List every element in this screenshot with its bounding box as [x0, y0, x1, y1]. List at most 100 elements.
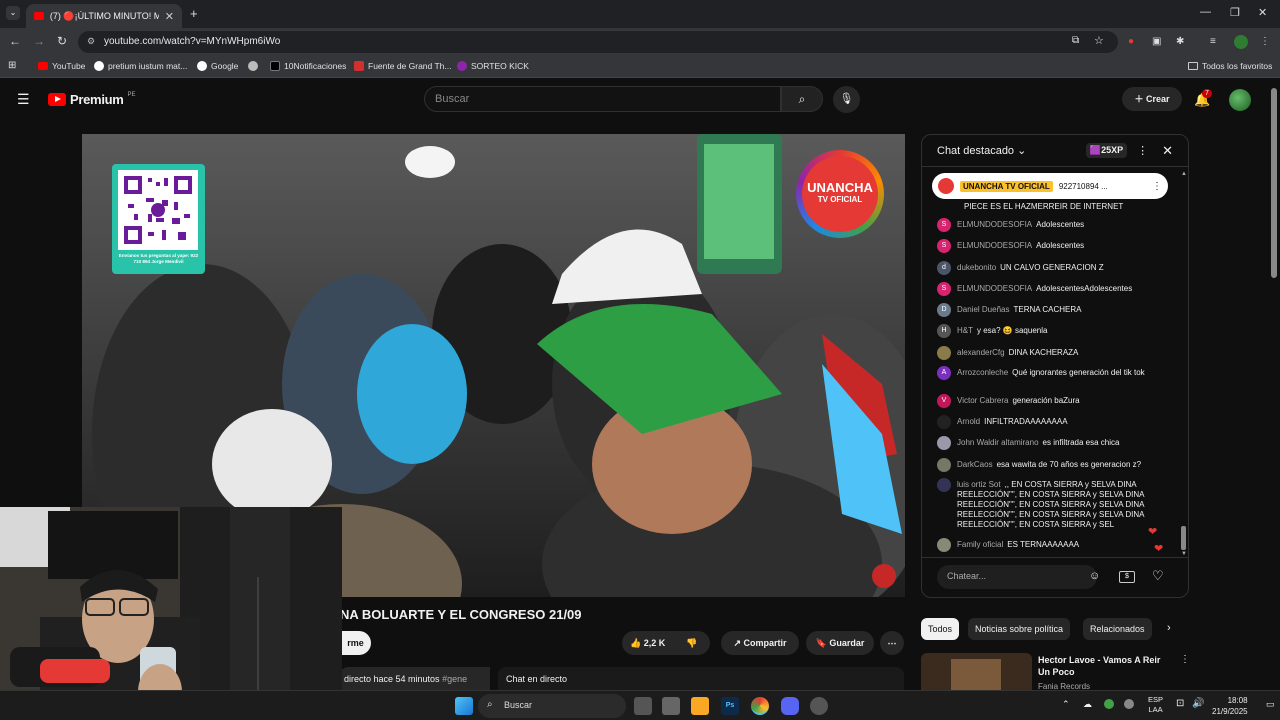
- chat-avatar[interactable]: [937, 415, 951, 429]
- chat-message[interactable]: alexanderCfg DINA KACHERAZA: [937, 346, 1167, 360]
- recommendation-title[interactable]: Hector Lavoe - Vamos A Reir Un Poco: [1038, 654, 1173, 678]
- more-actions-icon[interactable]: ⋯: [880, 631, 904, 655]
- address-bar[interactable]: ⚙ youtube.com/watch?v=MYnWHpm6iWo ⧉ ☆: [78, 31, 1118, 53]
- chat-author[interactable]: Arnold: [957, 417, 980, 426]
- description-box[interactable]: directo hace 54 minutos #gene: [340, 667, 490, 691]
- tray-app-icon[interactable]: [1124, 699, 1134, 709]
- chat-author[interactable]: ELMUNDODESOFIA: [957, 241, 1032, 250]
- chat-more-icon[interactable]: ⋮: [1137, 144, 1148, 157]
- chat-close-icon[interactable]: ✕: [1162, 143, 1173, 159]
- chat-in-live-bar[interactable]: Chat en directo: [498, 667, 904, 691]
- like-button[interactable]: 👍 2,2 K: [630, 638, 665, 648]
- cast-icon[interactable]: ⧉: [1072, 35, 1079, 46]
- chat-avatar[interactable]: [937, 346, 951, 360]
- pinned-more-icon[interactable]: ⋮: [1152, 181, 1162, 192]
- chat-author[interactable]: ELMUNDODESOFIA: [957, 220, 1032, 229]
- apps-grid-icon[interactable]: ⊞: [8, 60, 16, 71]
- chat-message[interactable]: D Daniel Dueñas TERNA CACHERA: [937, 303, 1167, 317]
- app-icon[interactable]: [662, 697, 680, 715]
- site-info-icon[interactable]: ⚙: [87, 36, 95, 47]
- chrome-icon[interactable]: [751, 697, 769, 715]
- windows-start-icon[interactable]: [455, 697, 473, 715]
- chat-message[interactable]: luis ortiz Sot,, EN COSTA SIERRA y SELVA…: [937, 478, 1167, 530]
- super-chat-icon[interactable]: $: [1119, 571, 1135, 583]
- extensions-puzzle-icon[interactable]: ✱: [1176, 36, 1188, 48]
- chat-avatar[interactable]: [937, 478, 951, 492]
- chat-author[interactable]: DarkCaos: [957, 460, 993, 469]
- language-indicator[interactable]: ESP LAA: [1148, 695, 1163, 715]
- chat-avatar[interactable]: S: [937, 218, 951, 232]
- chat-avatar[interactable]: d: [937, 261, 951, 275]
- chat-author[interactable]: dukebonito: [957, 263, 996, 272]
- create-button[interactable]: ＋ Crear: [1122, 87, 1182, 111]
- reading-list-icon[interactable]: ≡: [1210, 36, 1222, 48]
- chat-author[interactable]: alexanderCfg: [957, 348, 1005, 357]
- profile-avatar[interactable]: [1234, 35, 1248, 49]
- page-scrollbar[interactable]: [1271, 88, 1277, 278]
- search-input[interactable]: Buscar: [424, 86, 781, 112]
- onedrive-icon[interactable]: ☁: [1083, 699, 1092, 710]
- chat-message[interactable]: S ELMUNDODESOFIA AdolescentesAdolescentes: [937, 282, 1167, 296]
- chat-message[interactable]: d dukebonito UN CALVO GENERACION Z: [937, 261, 1167, 275]
- chat-author[interactable]: John Waldir altamirano: [957, 438, 1039, 447]
- chat-author[interactable]: Victor Cabrera: [957, 396, 1008, 405]
- chat-message[interactable]: A Arrozconleche Qué ignorantes generación …: [937, 366, 1167, 380]
- chat-avatar[interactable]: A: [937, 366, 951, 380]
- chat-author[interactable]: ELMUNDODESOFIA: [957, 284, 1032, 293]
- chat-message[interactable]: John Waldir altamirano es infiltrada esa …: [937, 436, 1167, 450]
- bookmark-star-icon[interactable]: ☆: [1094, 34, 1104, 47]
- chat-author[interactable]: Daniel Dueñas: [957, 305, 1009, 314]
- chat-avatar[interactable]: [937, 436, 951, 450]
- chat-avatar[interactable]: H: [937, 324, 951, 338]
- photoshop-icon[interactable]: Ps: [721, 697, 739, 715]
- chat-message[interactable]: V Victor Cabrera generación baZura: [937, 394, 1167, 408]
- share-button[interactable]: ↗ Compartir: [721, 631, 799, 655]
- chat-message[interactable]: Arnold INFILTRADAAAAAAAA: [937, 415, 1167, 429]
- account-avatar[interactable]: [1229, 89, 1251, 111]
- bookmark-sorteo[interactable]: SORTEO KICK: [457, 61, 529, 71]
- extension-card-icon[interactable]: ▣: [1152, 36, 1164, 48]
- bookmark-youtube[interactable]: YouTube: [38, 61, 85, 71]
- restore-button[interactable]: ❐: [1230, 6, 1240, 19]
- taskbar-search[interactable]: ⌕ Buscar: [478, 694, 626, 718]
- task-view-icon[interactable]: [634, 697, 652, 715]
- chips-next-icon[interactable]: ›: [1167, 622, 1171, 634]
- bookmark-blank[interactable]: [248, 61, 258, 71]
- search-icon[interactable]: ⌕: [781, 86, 823, 112]
- file-explorer-icon[interactable]: [691, 697, 709, 715]
- tab-close-icon[interactable]: ✕: [165, 10, 174, 23]
- discord-icon[interactable]: [781, 697, 799, 715]
- chat-avatar[interactable]: S: [937, 239, 951, 253]
- chat-mode-selector[interactable]: Chat destacado ⌄: [937, 144, 1026, 157]
- hamburger-menu-icon[interactable]: ☰: [17, 91, 30, 108]
- chip-todos[interactable]: Todos: [921, 618, 960, 640]
- reload-icon[interactable]: ↻: [57, 34, 67, 48]
- chat-author[interactable]: H&T: [957, 326, 973, 335]
- chat-avatar[interactable]: S: [937, 282, 951, 296]
- notification-center-icon[interactable]: ▭: [1266, 699, 1275, 710]
- chat-author[interactable]: Arrozconleche: [957, 368, 1008, 377]
- bookmark-pretium[interactable]: pretium iustum mat...: [94, 61, 187, 71]
- browser-menu-icon[interactable]: ⋮: [1260, 36, 1272, 48]
- chat-input[interactable]: Chatear...: [937, 565, 1097, 589]
- bookmark-google[interactable]: Google: [197, 61, 238, 71]
- chat-avatar[interactable]: [937, 538, 951, 552]
- chat-scrollbar[interactable]: ▲ ▼: [1181, 171, 1187, 557]
- bookmark-notificaciones[interactable]: 10Notificaciones: [270, 61, 346, 71]
- system-clock[interactable]: 18:08 21/9/2025: [1212, 695, 1248, 717]
- new-tab-button[interactable]: +: [190, 6, 198, 21]
- browser-tab-active[interactable]: (7) 🔴¡ÚLTIMO MINUTO! M ✕: [26, 4, 182, 28]
- hashtag[interactable]: #gene: [442, 674, 467, 684]
- bookmark-fuente[interactable]: Fuente de Grand Th...: [354, 61, 451, 71]
- heart-icon[interactable]: ♡: [1152, 568, 1164, 584]
- tab-search-button[interactable]: ⌄: [6, 6, 20, 20]
- tray-app-icon[interactable]: [1104, 699, 1114, 709]
- youtube-logo[interactable]: Premium PE: [48, 92, 136, 107]
- minimize-button[interactable]: —: [1200, 6, 1211, 18]
- xp-badge[interactable]: 🟪25XP: [1085, 143, 1128, 158]
- dislike-icon[interactable]: 👎: [686, 631, 697, 655]
- recommendation-more-icon[interactable]: ⋮: [1180, 654, 1190, 665]
- microphone-icon[interactable]: 🎙: [833, 86, 860, 113]
- chat-message[interactable]: DarkCaos esa wawita de 70 años es generac…: [937, 458, 1167, 472]
- subscribe-button[interactable]: rme: [340, 631, 371, 655]
